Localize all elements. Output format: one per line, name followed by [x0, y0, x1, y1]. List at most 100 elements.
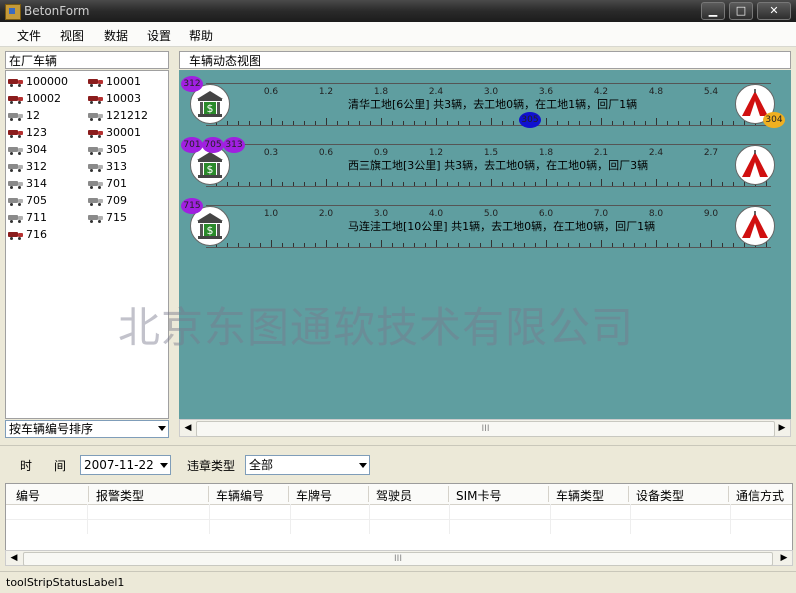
chevron-down-icon[interactable]	[359, 463, 367, 468]
vehicle-item[interactable]: 10003	[88, 91, 141, 107]
violation-type-select[interactable]: 全部	[245, 455, 370, 475]
vehicle-item[interactable]: 100000	[8, 74, 68, 90]
chevron-down-icon[interactable]	[158, 426, 166, 431]
vehicle-id: 305	[106, 143, 127, 156]
vehicle-item[interactable]: 715	[88, 210, 127, 226]
vehicle-item[interactable]: 10001	[88, 74, 141, 90]
vehicle-badge[interactable]: 715	[181, 198, 203, 214]
vehicle-item[interactable]: 312	[8, 159, 47, 175]
vehicle-item[interactable]: 705	[8, 193, 47, 209]
vehicle-item[interactable]: 716	[8, 227, 47, 243]
track-tick	[502, 182, 503, 186]
vehicle-item[interactable]: 313	[88, 159, 127, 175]
track-tick	[634, 121, 635, 125]
grid-column-header[interactable]: 编号	[16, 487, 40, 504]
scroll-left-icon[interactable]: ◀	[7, 551, 21, 565]
svg-text:$: $	[207, 163, 214, 176]
track-tick	[546, 179, 547, 186]
grid-column-header[interactable]: 通信方式	[736, 487, 784, 504]
track-tick	[568, 121, 569, 125]
grid-column-header[interactable]: 车辆类型	[556, 487, 604, 504]
vehicle-badge[interactable]: 312	[181, 76, 203, 92]
grid-column-separator[interactable]	[548, 486, 549, 502]
tick-label: 4.2	[593, 87, 609, 97]
track-tick	[326, 179, 327, 186]
vehicle-item[interactable]: 314	[8, 176, 47, 192]
track-tick	[722, 182, 723, 186]
track-tick	[370, 121, 371, 125]
vehicle-item[interactable]: 30001	[88, 125, 141, 141]
site-vehicle-badge[interactable]: 304	[763, 112, 785, 128]
track-tick	[458, 121, 459, 125]
menu-settings[interactable]: 设置	[147, 27, 171, 44]
grid-column-separator[interactable]	[88, 486, 89, 502]
track-tick	[579, 121, 580, 125]
alarm-grid[interactable]: 编号 报警类型 车辆编号 车牌号 驾驶员 SIM卡号 车辆类型 设备类型 通信方式	[5, 483, 793, 553]
construction-site-icon[interactable]	[735, 145, 775, 185]
vehicle-dynamic-canvas[interactable]: 清华工地[6公里] 共3辆，去工地0辆，在工地1辆，回厂1辆 0.6 1.2 1.8…	[179, 70, 791, 419]
scroll-thumb[interactable]: III	[196, 421, 775, 437]
vehicle-item[interactable]: 709	[88, 193, 127, 209]
grid-column-separator[interactable]	[368, 486, 369, 502]
vehicle-item[interactable]: 305	[88, 142, 127, 158]
scroll-right-icon[interactable]: ▶	[775, 421, 789, 435]
scroll-left-icon[interactable]: ◀	[181, 421, 195, 435]
track-tick	[447, 243, 448, 247]
menu-file[interactable]: 文件	[17, 27, 41, 44]
track-tick	[689, 243, 690, 247]
grid-column-separator[interactable]	[628, 486, 629, 502]
construction-site-icon[interactable]	[735, 206, 775, 246]
track-tick	[436, 118, 437, 125]
maximize-button[interactable]: □	[729, 2, 753, 20]
date-picker[interactable]: 2007-11-22	[80, 455, 171, 475]
chevron-down-icon[interactable]	[160, 463, 168, 468]
menu-help[interactable]: 帮助	[189, 27, 213, 44]
track-tick	[546, 118, 547, 125]
grid-column-separator[interactable]	[288, 486, 289, 502]
track-tick	[568, 182, 569, 186]
vehicle-badge[interactable]: 705	[202, 137, 224, 153]
menu-data[interactable]: 数据	[104, 27, 128, 44]
track-tick	[480, 243, 481, 247]
canvas-horizontal-scrollbar[interactable]: ◀ III ▶	[179, 419, 791, 437]
menu-view[interactable]: 视图	[60, 27, 84, 44]
tick-label: 1.5	[483, 148, 499, 158]
track-tick	[381, 118, 382, 125]
grid-column-header[interactable]: 报警类型	[96, 487, 144, 504]
scroll-right-icon[interactable]: ▶	[777, 551, 791, 565]
minimize-button[interactable]: ▁	[701, 2, 725, 20]
sort-dropdown[interactable]: 按车辆编号排序	[5, 420, 169, 438]
grid-column-header[interactable]: 车牌号	[296, 487, 332, 504]
grid-scroll-thumb[interactable]: III	[23, 552, 773, 566]
track-tick	[502, 121, 503, 125]
grid-column-header[interactable]: 驾驶员	[376, 487, 412, 504]
grid-column-header[interactable]: 设备类型	[636, 487, 684, 504]
grid-column-separator[interactable]	[208, 486, 209, 502]
vehicle-item[interactable]: 10002	[8, 91, 61, 107]
track-tick	[634, 243, 635, 247]
vehicle-item[interactable]: 12	[8, 108, 40, 124]
vehicle-item[interactable]: 701	[88, 176, 127, 192]
grid-column-header[interactable]: 车辆编号	[216, 487, 264, 504]
grid-column-header[interactable]: SIM卡号	[456, 487, 502, 504]
vehicle-item[interactable]: 711	[8, 210, 47, 226]
track-tick	[689, 182, 690, 186]
track-tick	[315, 121, 316, 125]
grid-horizontal-scrollbar[interactable]: ◀ III ▶	[5, 550, 793, 566]
vehicle-badge[interactable]: 313	[223, 137, 245, 153]
grid-column-separator[interactable]	[448, 486, 449, 502]
vehicle-item[interactable]: 123	[8, 125, 47, 141]
vehicle-badge[interactable]: 701	[181, 137, 203, 153]
track-tick	[524, 182, 525, 186]
vehicle-item[interactable]: 304	[8, 142, 47, 158]
track-xisanqi: 西三旗工地[3公里] 共3辆，去工地0辆，在工地0辆，回厂3辆 0.3 0.6 0.…	[206, 144, 771, 187]
close-button[interactable]: ✕	[757, 2, 791, 20]
track-tick	[403, 121, 404, 125]
grid-column-separator[interactable]	[728, 486, 729, 502]
vehicle-item[interactable]: 121212	[88, 108, 148, 124]
moving-vehicle-badge[interactable]: 305	[519, 112, 541, 128]
vehicle-id: 10002	[26, 92, 61, 105]
track-tick	[535, 182, 536, 186]
vehicle-list[interactable]: 100000 10001 10002 10003 12 121212 123 30001 304…	[5, 70, 169, 419]
track-tick	[513, 121, 514, 125]
